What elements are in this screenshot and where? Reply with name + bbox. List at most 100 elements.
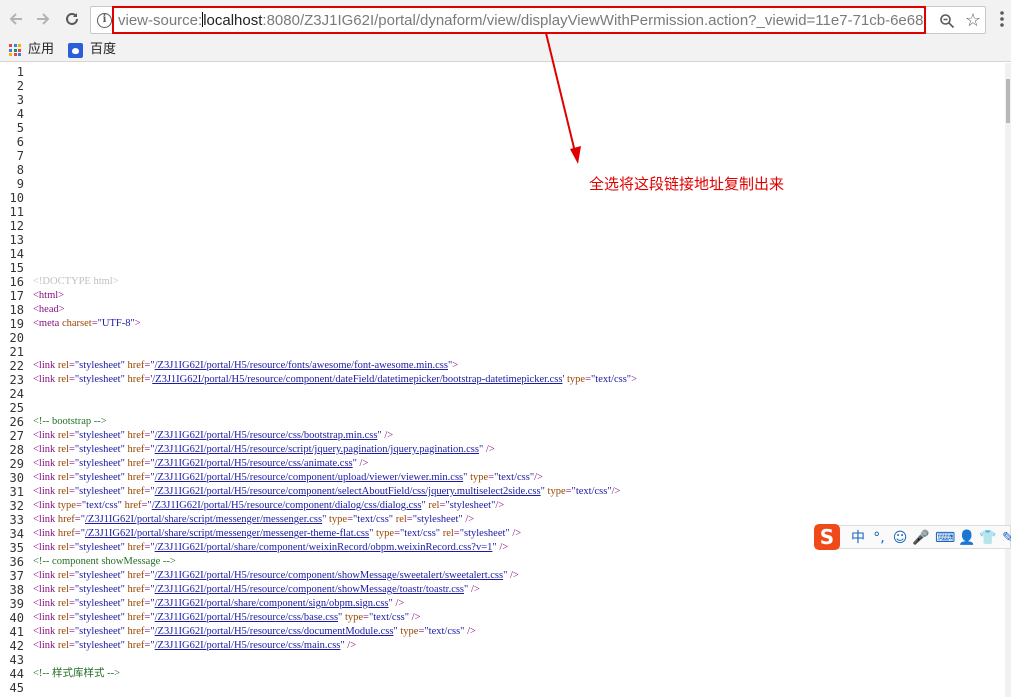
- source-line: 2: [0, 79, 1005, 93]
- source-line: 42 <link rel="stylesheet" href="/Z3J1IG62…: [0, 639, 1005, 653]
- info-icon[interactable]: i: [97, 13, 112, 28]
- line-number: 22: [9, 359, 24, 373]
- source-line: 41 <link rel="stylesheet" href="/Z3J1IG62…: [0, 625, 1005, 639]
- line-number: 34: [9, 527, 24, 541]
- source-line: 40 <link rel="stylesheet" href="/Z3J1IG62…: [0, 611, 1005, 625]
- source-line: 9: [0, 177, 1005, 191]
- source-line: 44 <!-- 样式库样式 -->: [0, 667, 1005, 681]
- resource-link[interactable]: /Z3J1IG62I/portal/H5/resource/css/bootst…: [155, 430, 378, 441]
- source-line: 15: [0, 261, 1005, 275]
- line-number: 12: [9, 219, 24, 233]
- line-number: 30: [9, 471, 24, 485]
- line-number: 40: [9, 611, 24, 625]
- source-line: 26 <!-- bootstrap -->: [0, 415, 1005, 429]
- line-number: 32: [9, 499, 24, 513]
- resource-link[interactable]: /Z3J1IG62I/portal/H5/resource/component/…: [155, 570, 503, 581]
- ime-chinese-mode-icon[interactable]: 中: [849, 529, 867, 547]
- sogou-logo-icon[interactable]: S: [814, 524, 840, 550]
- source-line: 24: [0, 387, 1005, 401]
- source-code-text: <link rel="stylesheet" href="/Z3J1IG62I/…: [33, 598, 405, 609]
- zoom-icon[interactable]: [939, 13, 955, 29]
- back-arrow-icon: [9, 13, 22, 25]
- resource-link[interactable]: /Z3J1IG62I/portal/H5/resource/component/…: [155, 584, 464, 595]
- source-code-text: <link rel="stylesheet" href="/Z3J1IG62I/…: [33, 584, 480, 595]
- line-number: 38: [9, 583, 24, 597]
- source-code-text: <link rel="stylesheet" href="/Z3J1IG62I/…: [33, 472, 543, 483]
- apps-grid-icon: [9, 44, 21, 56]
- resource-link[interactable]: /Z3J1IG62I/portal/H5/resource/component/…: [152, 500, 422, 511]
- source-code-text: <link rel="stylesheet" href="/Z3J1IG62I/…: [33, 430, 394, 441]
- reload-icon: [66, 12, 78, 25]
- source-line: 22 <link rel="stylesheet" href="/Z3J1IG62…: [0, 359, 1005, 373]
- ime-punctuation-icon[interactable]: °,: [870, 529, 888, 547]
- reload-button[interactable]: [59, 6, 85, 32]
- source-line: 25: [0, 401, 1005, 415]
- ime-user-icon[interactable]: 👤: [958, 529, 976, 547]
- line-number: 19: [9, 317, 24, 331]
- baidu-paw-icon: [68, 42, 83, 58]
- line-number: 23: [9, 373, 24, 387]
- line-number: 1: [16, 65, 24, 79]
- line-number: 25: [9, 401, 24, 415]
- resource-link[interactable]: /Z3J1IG62I/portal/H5/resource/css/animat…: [155, 458, 353, 469]
- source-code-text: <head>: [33, 304, 65, 315]
- line-number: 6: [16, 135, 24, 149]
- resource-link[interactable]: /Z3J1IG62I/portal/share/component/sign/o…: [155, 598, 389, 609]
- line-number: 33: [9, 513, 24, 527]
- line-number: 24: [9, 387, 24, 401]
- source-line: 38 <link rel="stylesheet" href="/Z3J1IG62…: [0, 583, 1005, 597]
- source-code-text: <link rel="stylesheet" href='/Z3J1IG62I/…: [33, 374, 638, 385]
- menu-dots-icon[interactable]: [997, 9, 1007, 29]
- back-button[interactable]: [3, 6, 29, 32]
- scrollbar-thumb[interactable]: [1006, 79, 1010, 123]
- source-line: 32 <link type="text/css" href="/Z3J1IG62I…: [0, 499, 1005, 513]
- source-code-view[interactable]: 1 2 3 4 5 6 7 8 9 10 11 12 13 14 15 16 <!DOCTYPE html> 17…: [0, 63, 1005, 697]
- source-line: 45: [0, 681, 1005, 695]
- resource-link[interactable]: /Z3J1IG62I/portal/share/script/messenger…: [85, 528, 369, 539]
- forward-arrow-icon: [37, 13, 50, 25]
- source-line: 5: [0, 121, 1005, 135]
- line-number: 29: [9, 457, 24, 471]
- line-number: 10: [9, 191, 24, 205]
- ime-skin-icon[interactable]: 👕: [979, 529, 997, 547]
- source-line: 23 <link rel="stylesheet" href='/Z3J1IG62…: [0, 373, 1005, 387]
- resource-link[interactable]: /Z3J1IG62I/portal/share/script/messenger…: [85, 514, 322, 525]
- ime-tools-icon[interactable]: ✎: [999, 529, 1011, 547]
- resource-link[interactable]: /Z3J1IG62I/portal/H5/resource/component/…: [155, 486, 541, 497]
- resource-link[interactable]: /Z3J1IG62I/portal/H5/resource/css/main.c…: [155, 640, 341, 651]
- browser-toolbar: i view-source:localhost:8080/Z3J1IG62I/p…: [0, 0, 1011, 38]
- line-number: 18: [9, 303, 24, 317]
- ime-keyboard-icon[interactable]: ⌨: [935, 529, 955, 547]
- line-number: 20: [9, 331, 24, 345]
- bookmark-apps[interactable]: 应用: [9, 41, 54, 59]
- line-number: 31: [9, 485, 24, 499]
- resource-link[interactable]: /Z3J1IG62I/portal/H5/resource/fonts/awes…: [155, 360, 448, 371]
- source-code-text: <!DOCTYPE html>: [33, 276, 119, 287]
- line-number: 41: [9, 625, 24, 639]
- source-line: 18 <head>: [0, 303, 1005, 317]
- line-number: 4: [16, 107, 24, 121]
- source-code-text: <link rel="stylesheet" href="/Z3J1IG62I/…: [33, 360, 459, 371]
- vertical-scrollbar[interactable]: [1005, 63, 1011, 697]
- source-line: 6: [0, 135, 1005, 149]
- bookmark-star-icon[interactable]: ☆: [963, 10, 983, 30]
- source-code-text: <link rel="stylesheet" href="/Z3J1IG62I/…: [33, 626, 476, 637]
- resource-link[interactable]: /Z3J1IG62I/portal/H5/resource/component/…: [155, 472, 464, 483]
- source-line: 10: [0, 191, 1005, 205]
- line-number: 15: [9, 261, 24, 275]
- source-code-text: <link rel="stylesheet" href="/Z3J1IG62I/…: [33, 458, 369, 469]
- resource-link[interactable]: /Z3J1IG62I/portal/H5/resource/script/jqu…: [155, 444, 479, 455]
- ime-voice-icon[interactable]: 🎤: [912, 529, 930, 547]
- bookmark-baidu[interactable]: 百度: [68, 41, 116, 59]
- source-line: 29 <link rel="stylesheet" href="/Z3J1IG62…: [0, 457, 1005, 471]
- line-number: 39: [9, 597, 24, 611]
- resource-link[interactable]: /Z3J1IG62I/portal/H5/resource/component/…: [152, 374, 562, 385]
- resource-link[interactable]: /Z3J1IG62I/portal/H5/resource/css/base.c…: [155, 612, 338, 623]
- forward-button[interactable]: [30, 6, 56, 32]
- source-code-text: <!-- component showMessage -->: [33, 556, 176, 567]
- ime-emoji-icon[interactable]: ☺: [891, 529, 909, 547]
- resource-link[interactable]: /Z3J1IG62I/portal/share/component/weixin…: [155, 542, 493, 553]
- resource-link[interactable]: /Z3J1IG62I/portal/H5/resource/css/docume…: [155, 626, 394, 637]
- source-code-text: <!-- 样式库样式 -->: [33, 668, 121, 679]
- source-code-text: <link rel="stylesheet" href="/Z3J1IG62I/…: [33, 612, 421, 623]
